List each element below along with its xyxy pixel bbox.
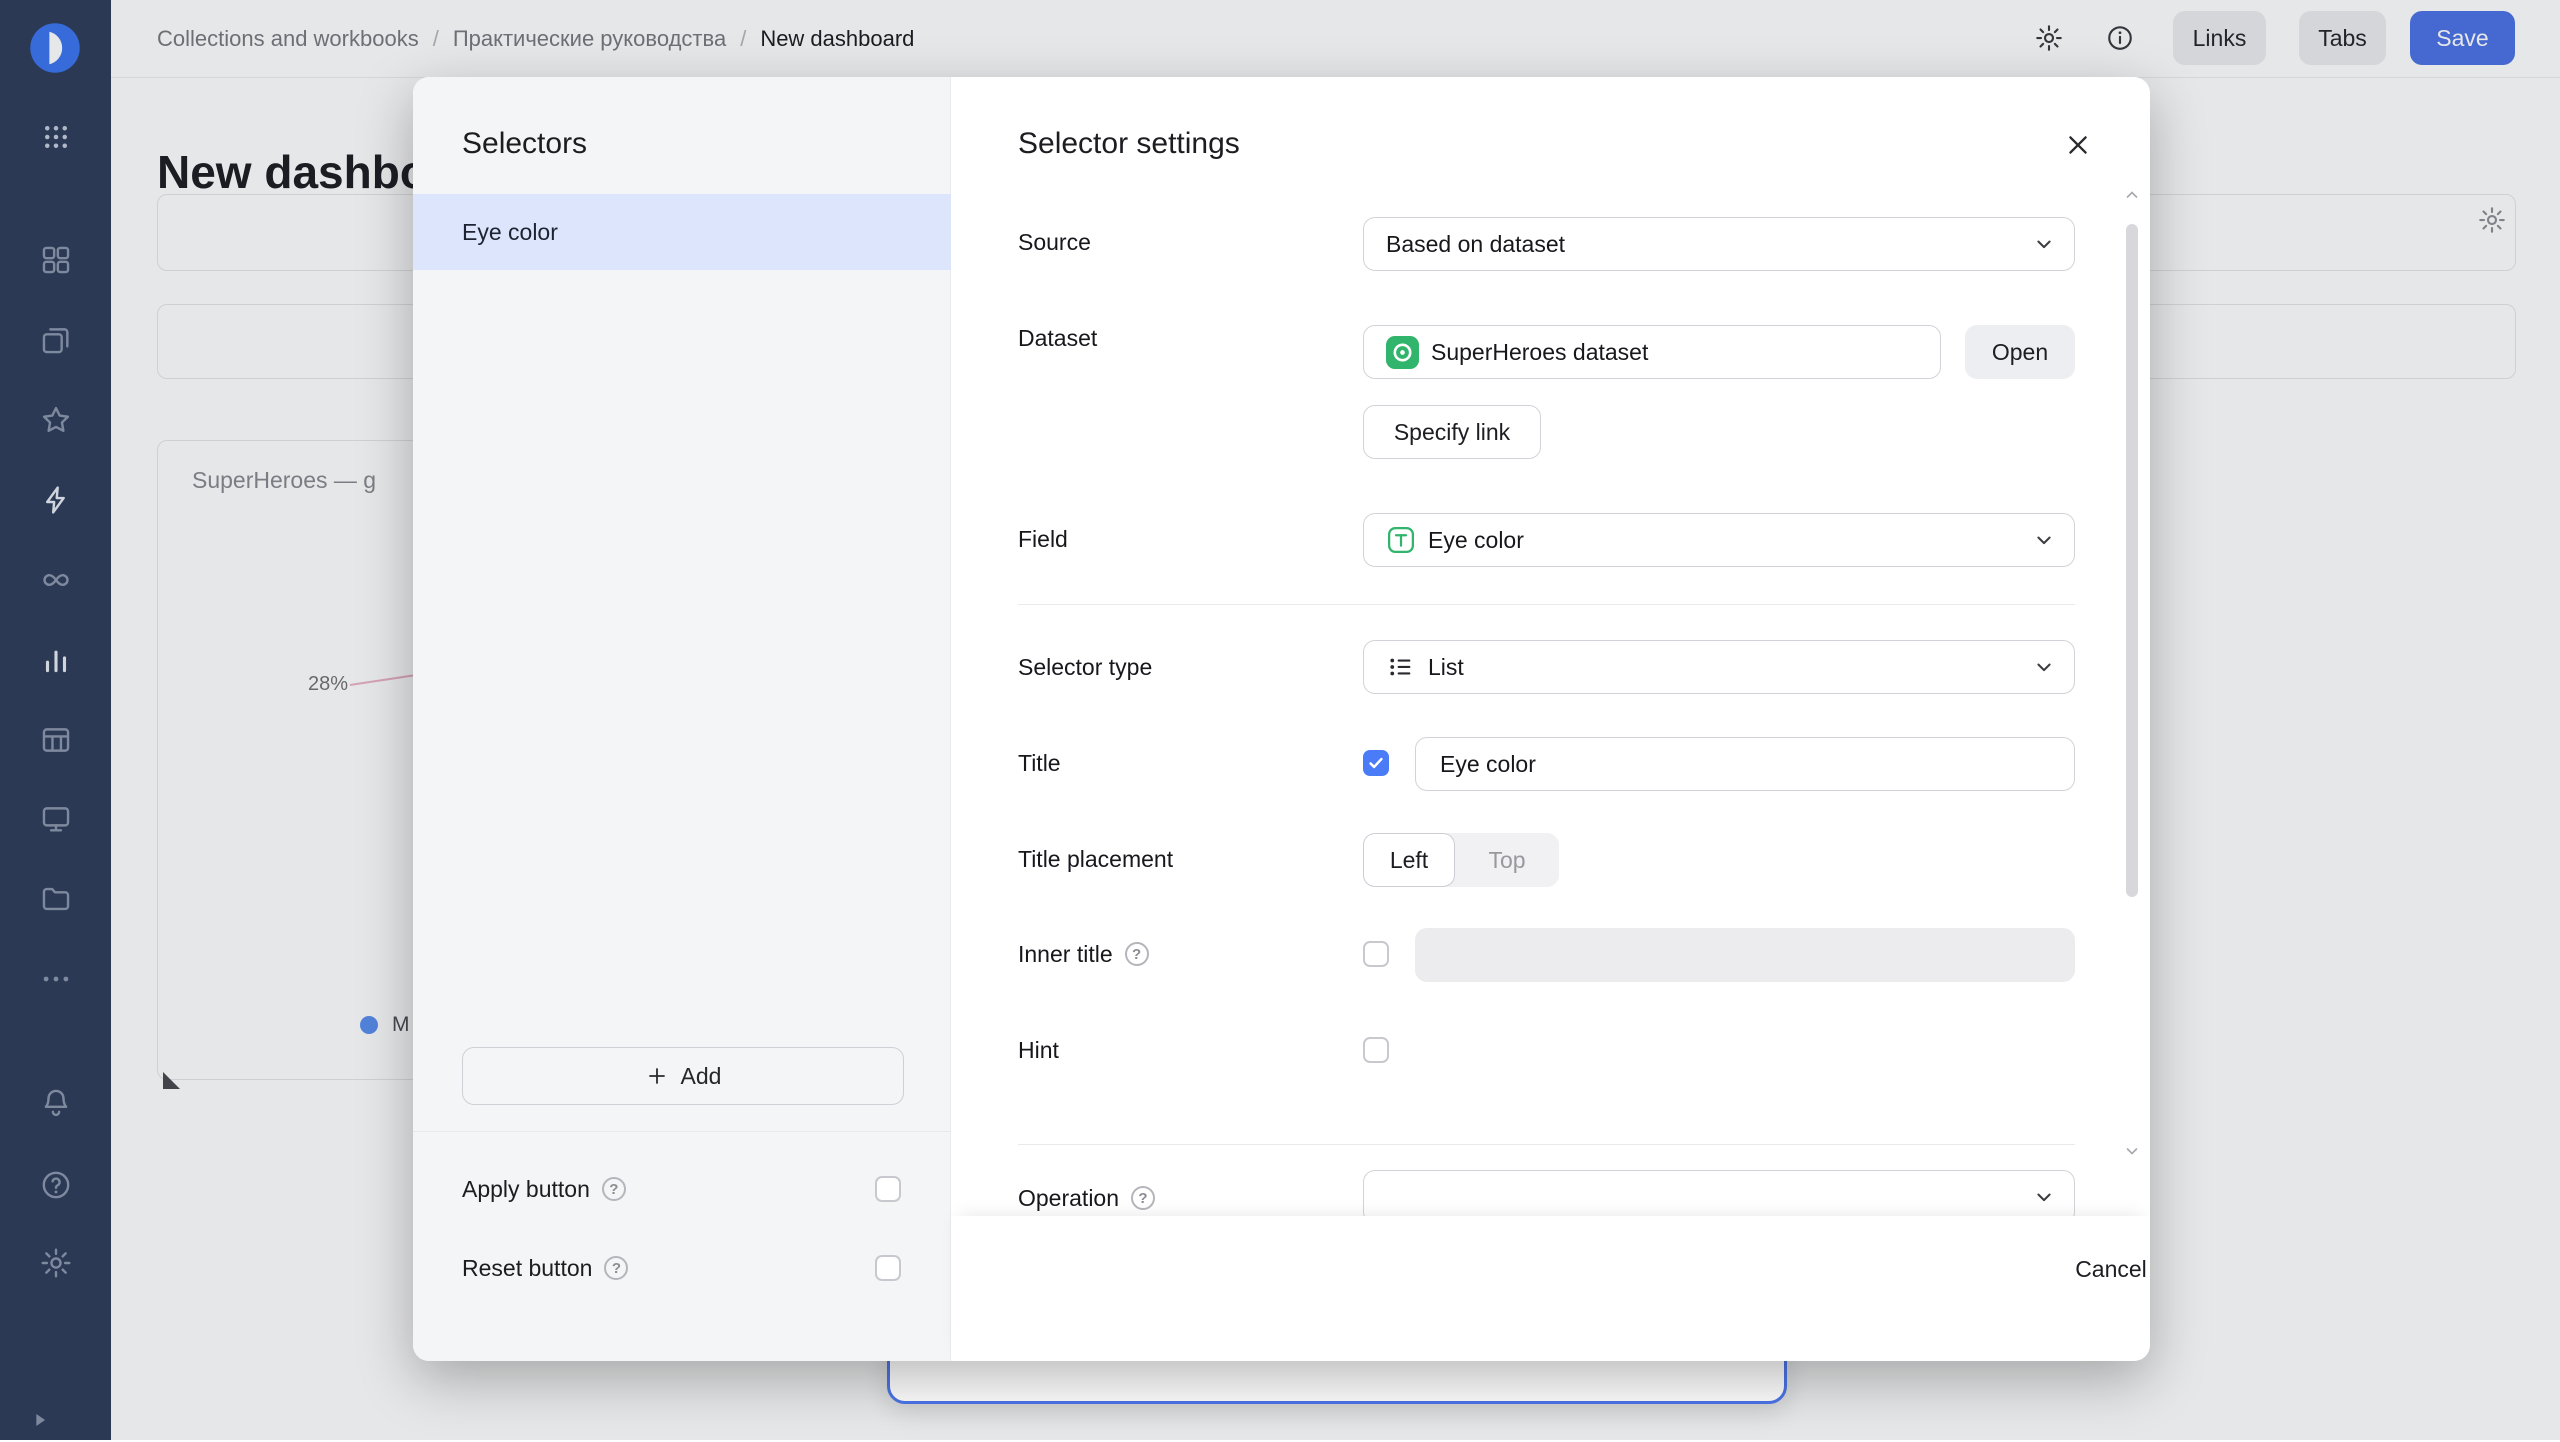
scroll-down-icon[interactable] [2124,1143,2140,1159]
help-icon[interactable] [1125,942,1149,966]
source-select[interactable]: Based on dataset [1363,217,2075,271]
inner-title-label: Inner title [1018,939,1149,969]
scrollbar-thumb[interactable] [2126,224,2138,897]
title-label: Title [1018,748,1061,778]
operation-label: Operation [1018,1183,1155,1213]
help-icon[interactable] [604,1256,628,1280]
selector-type-label: Selector type [1018,652,1152,682]
selectors-panel-title: Selectors [462,127,587,161]
inner-title-input[interactable] [1415,928,2075,982]
dataset-field[interactable]: SuperHeroes dataset [1363,325,1941,379]
selector-type-value: List [1428,654,1464,681]
add-selector-button[interactable]: Add [462,1047,904,1105]
dataset-value: SuperHeroes dataset [1431,339,1648,366]
list-icon [1386,652,1416,682]
source-label: Source [1018,227,1091,257]
close-icon[interactable] [2058,125,2098,165]
help-icon[interactable] [602,1177,626,1201]
open-dataset-button[interactable]: Open [1965,325,2075,379]
dataset-label: Dataset [1018,323,1097,353]
apply-button-checkbox[interactable] [875,1176,901,1202]
hint-checkbox[interactable] [1363,1037,1389,1063]
title-placement-left[interactable]: Left [1363,833,1455,887]
source-value: Based on dataset [1386,231,1565,258]
divider [1018,604,2075,605]
plus-icon [645,1064,669,1088]
title-input[interactable] [1415,737,2075,791]
dataset-icon [1386,336,1419,369]
selectors-panel: Selectors Eye color Add Apply button Res… [413,77,951,1361]
selector-dialog: Selectors Eye color Add Apply button Res… [413,77,2150,1361]
reset-button-label: Reset button [462,1253,628,1283]
divider [1018,1144,2075,1145]
selector-type-select[interactable]: List [1363,640,2075,694]
apply-button-label: Apply button [462,1174,626,1204]
inner-title-checkbox[interactable] [1363,941,1389,967]
divider [413,1131,951,1132]
chevron-down-icon [2034,657,2054,677]
add-selector-label: Add [681,1063,722,1090]
help-icon[interactable] [1131,1186,1155,1210]
title-checkbox[interactable] [1363,750,1389,776]
field-type-icon [1386,525,1416,555]
selector-item-label: Eye color [462,219,558,246]
field-select[interactable]: Eye color [1363,513,2075,567]
cancel-button[interactable]: Cancel [2041,1237,2150,1301]
settings-panel-title: Selector settings [1018,127,1240,161]
chevron-down-icon [2034,234,2054,254]
chevron-down-icon [2034,1187,2054,1207]
chevron-down-icon [2034,530,2054,550]
selector-list-item[interactable]: Eye color [413,194,951,270]
specify-link-button[interactable]: Specify link [1363,405,1541,459]
hint-label: Hint [1018,1035,1059,1065]
field-label: Field [1018,524,1068,554]
reset-button-checkbox[interactable] [875,1255,901,1281]
title-placement-label: Title placement [1018,844,1173,874]
title-placement-segmented: Left Top [1363,833,1559,887]
scroll-up-icon[interactable] [2124,187,2140,203]
field-value: Eye color [1428,527,1524,554]
dialog-footer: Cancel Save [951,1216,2150,1361]
title-placement-top[interactable]: Top [1455,833,1559,887]
